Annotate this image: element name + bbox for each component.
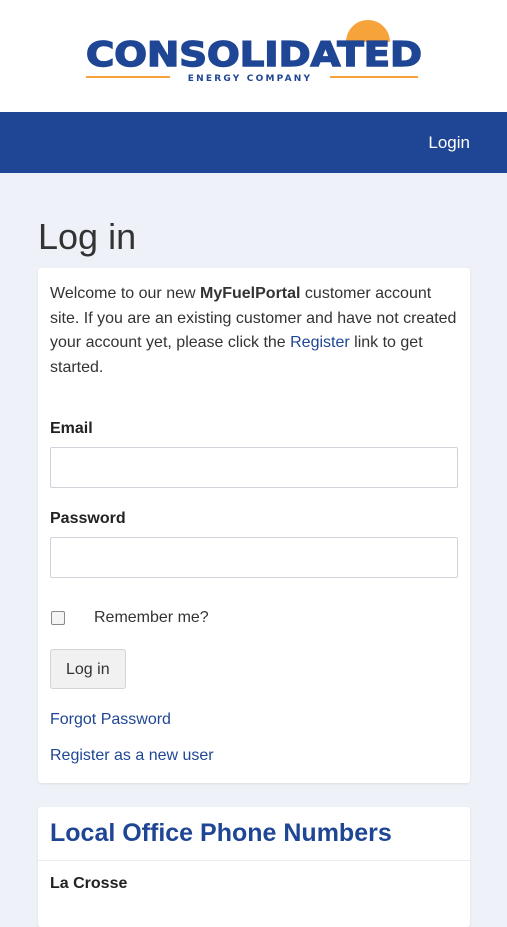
office-phone-title: Local Office Phone Numbers <box>38 807 470 861</box>
email-label: Email <box>50 420 93 437</box>
office-name: La Crosse <box>50 875 128 892</box>
register-inline-link[interactable]: Register <box>290 334 350 351</box>
remember-me-label: Remember me? <box>94 609 209 626</box>
login-button[interactable]: Log in <box>50 649 126 689</box>
svg-text:ENERGY COMPANY: ENERGY COMPANY <box>187 74 311 84</box>
email-field[interactable] <box>50 447 458 488</box>
header-bar: CONSOLIDATED ENERGY COMPANY <box>0 0 507 112</box>
svg-text:CONSOLIDATED: CONSOLIDATED <box>86 35 422 75</box>
welcome-text: Welcome to our new MyFuelPortal customer… <box>50 285 457 376</box>
remember-me-checkbox[interactable] <box>51 611 65 625</box>
portal-name: MyFuelPortal <box>200 285 301 302</box>
login-card: Welcome to our new MyFuelPortal customer… <box>38 268 470 783</box>
password-label: Password <box>50 510 126 527</box>
top-navigation: Login <box>0 112 507 173</box>
page-title: Log in <box>38 216 137 257</box>
company-logo[interactable]: CONSOLIDATED ENERGY COMPANY <box>84 16 424 96</box>
logo-lettering: CONSOLIDATED ENERGY COMPANY <box>85 34 423 84</box>
forgot-password-link[interactable]: Forgot Password <box>50 711 458 729</box>
register-new-user-link[interactable]: Register as a new user <box>50 747 458 765</box>
office-phone-card: Local Office Phone Numbers La Crosse <box>38 807 470 927</box>
nav-login-link[interactable]: Login <box>428 133 470 153</box>
remember-me-row: Remember me? <box>50 609 458 627</box>
password-field[interactable] <box>50 537 458 578</box>
